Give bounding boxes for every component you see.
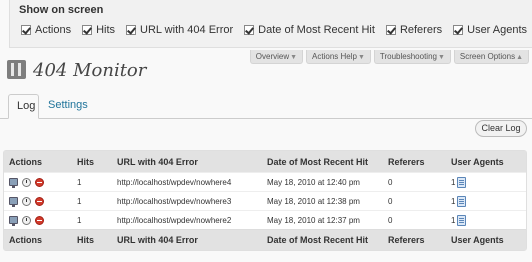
delete-icon[interactable] [35, 215, 44, 225]
toggle-url[interactable]: URL with 404 Error [126, 24, 233, 36]
url-cell: http://localhost/wpdev/nowhere4 [112, 172, 262, 191]
toggle-actions[interactable]: Actions [21, 24, 71, 36]
table-footer-row: Actions Hits URL with 404 Error Date of … [4, 229, 526, 250]
referers-cell: 0 [383, 210, 446, 229]
referers-cell: 0 [383, 172, 446, 191]
toggle-user-agents[interactable]: User Agents [453, 24, 527, 36]
toggle-label: Referers [399, 24, 443, 36]
date-cell: May 18, 2010 at 12:38 pm [262, 191, 383, 210]
referers-cell: 0 [383, 191, 446, 210]
delete-icon[interactable] [35, 177, 44, 187]
tab-label: Screen Options [459, 52, 516, 61]
column-footer-referers[interactable]: Referers [383, 229, 446, 250]
log-table: Actions Hits URL with 404 Error Date of … [3, 150, 527, 251]
nav-tabs: Log Settings [0, 94, 532, 119]
overview-tab[interactable]: Overview▼ [249, 50, 304, 64]
hits-cell: 1 [72, 172, 112, 191]
screen-options-tab[interactable]: Screen Options▲ [453, 50, 529, 64]
toggle-hits[interactable]: Hits [82, 24, 115, 36]
user-agents-cell: 1 [446, 191, 526, 210]
column-header-user-agents[interactable]: User Agents [446, 151, 526, 172]
tab-log[interactable]: Log [8, 94, 39, 119]
document-icon[interactable] [457, 195, 467, 207]
column-header-date[interactable]: Date of Most Recent Hit [262, 151, 383, 172]
user-agents-cell: 1 [446, 172, 526, 191]
table-row: 1 http://localhost/wpdev/nowhere4 May 18… [4, 172, 526, 191]
row-actions [4, 210, 72, 229]
hits-cell: 1 [72, 191, 112, 210]
user-agents-count: 1 [451, 196, 456, 206]
table-row: 1 http://localhost/wpdev/nowhere3 May 18… [4, 191, 526, 210]
column-header-actions[interactable]: Actions [4, 151, 72, 172]
document-icon[interactable] [457, 176, 467, 188]
column-toggles: Actions Hits URL with 404 Error Date of … [21, 24, 532, 36]
monitor-icon[interactable] [9, 178, 18, 188]
clear-log-button[interactable]: Clear Log [475, 120, 527, 137]
clock-icon[interactable] [22, 177, 31, 187]
monitor-icon[interactable] [9, 197, 18, 207]
screen-options-title: Show on screen [19, 4, 104, 16]
chevron-up-icon: ▲ [516, 54, 523, 61]
clock-icon[interactable] [22, 196, 31, 206]
row-actions [4, 172, 72, 191]
tab-label: Troubleshooting [379, 52, 437, 61]
row-actions [4, 191, 72, 210]
column-footer-hits[interactable]: Hits [72, 229, 112, 250]
column-footer-actions[interactable]: Actions [4, 229, 72, 250]
checkbox[interactable] [21, 25, 31, 35]
user-agents-count: 1 [451, 177, 456, 187]
hits-cell: 1 [72, 210, 112, 229]
url-cell: http://localhost/wpdev/nowhere3 [112, 191, 262, 210]
troubleshooting-tab[interactable]: Troubleshooting▼ [373, 50, 451, 64]
column-footer-user-agents[interactable]: User Agents [446, 229, 526, 250]
tab-label: Actions Help [312, 52, 357, 61]
date-cell: May 18, 2010 at 12:40 pm [262, 172, 383, 191]
column-footer-date[interactable]: Date of Most Recent Hit [262, 229, 383, 250]
document-icon[interactable] [457, 214, 467, 226]
checkbox[interactable] [453, 25, 464, 35]
toggle-label: URL with 404 Error [140, 24, 234, 36]
monitor-icon[interactable] [9, 216, 18, 226]
table-header-row: Actions Hits URL with 404 Error Date of … [4, 151, 526, 172]
toggle-label: Hits [96, 24, 116, 36]
actions-help-tab[interactable]: Actions Help▼ [306, 50, 371, 64]
toggle-label: Date of Most Recent Hit [258, 24, 375, 36]
clock-icon[interactable] [22, 215, 31, 225]
tab-label: Overview [255, 52, 290, 61]
user-agents-count: 1 [451, 215, 456, 225]
checkbox[interactable] [385, 25, 396, 35]
url-cell: http://localhost/wpdev/nowhere2 [112, 210, 262, 229]
user-agents-cell: 1 [446, 210, 526, 229]
page-title: 404 Monitor [33, 60, 147, 81]
plugin-icon [7, 60, 26, 79]
contextual-tabs: Overview▼ Actions Help▼ Troubleshooting▼… [247, 50, 529, 64]
table-row: 1 http://localhost/wpdev/nowhere2 May 18… [4, 210, 526, 229]
toggle-date[interactable]: Date of Most Recent Hit [244, 24, 375, 36]
checkbox[interactable] [126, 25, 137, 35]
toggle-label: Actions [35, 24, 72, 36]
delete-icon[interactable] [35, 196, 44, 206]
tab-settings[interactable]: Settings [40, 94, 96, 119]
column-header-hits[interactable]: Hits [72, 151, 112, 172]
chevron-down-icon: ▼ [437, 54, 445, 61]
date-cell: May 18, 2010 at 12:37 pm [262, 210, 383, 229]
checkbox[interactable] [82, 25, 93, 35]
chevron-down-icon: ▼ [290, 54, 298, 61]
toggle-label: User Agents [467, 24, 528, 36]
checkbox[interactable] [244, 25, 255, 35]
chevron-down-icon: ▼ [357, 54, 365, 61]
column-header-url[interactable]: URL with 404 Error [112, 151, 262, 172]
toggle-referers[interactable]: Referers [385, 24, 443, 36]
screen-options-panel: Show on screen Actions Hits URL with 404… [9, 0, 532, 48]
column-header-referers[interactable]: Referers [383, 151, 446, 172]
column-footer-url[interactable]: URL with 404 Error [112, 229, 262, 250]
